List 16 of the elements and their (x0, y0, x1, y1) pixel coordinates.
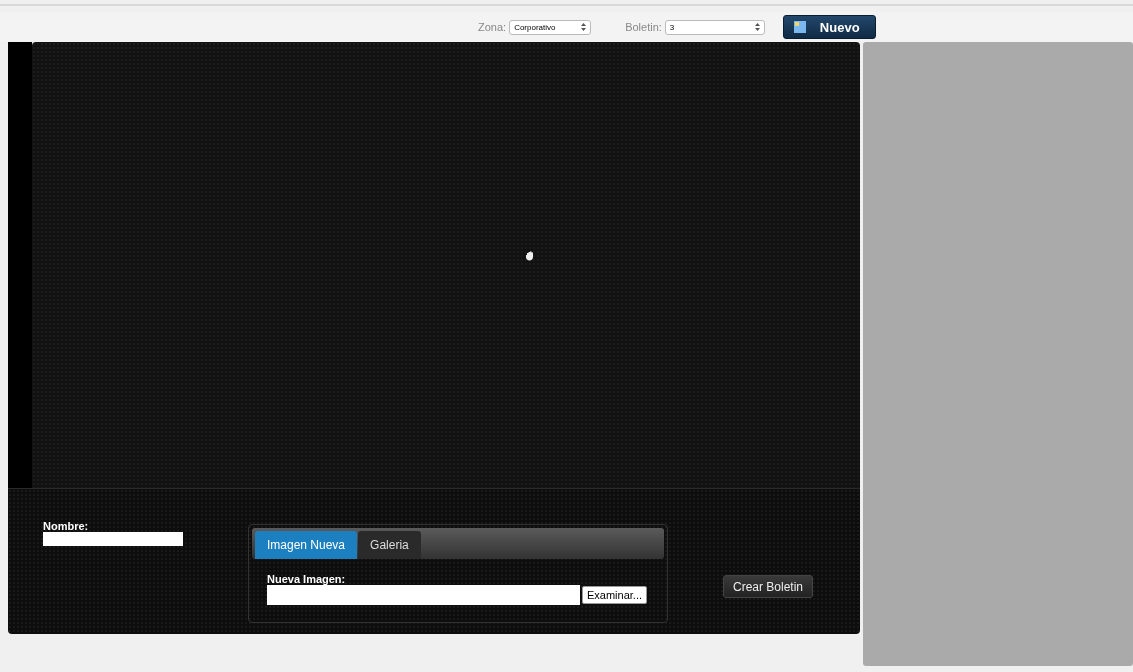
new-button[interactable]: Nuevo (782, 15, 876, 39)
new-image-label: Nueva Imagen: (267, 573, 347, 585)
image-icon (793, 21, 806, 33)
bulletin-label: Boletin: (625, 21, 662, 33)
tab[interactable]: Imagen Nueva (255, 531, 358, 559)
updown-arrows-icon (581, 23, 587, 31)
name-field[interactable] (43, 532, 183, 546)
create-bulletin-button[interactable]: Crear Boletin (723, 575, 814, 598)
bulletin-select[interactable]: 3 (664, 19, 765, 35)
file-path-field[interactable] (267, 585, 580, 605)
zone-label: Zona: (478, 21, 507, 33)
browse-button[interactable]: Examinar... (582, 586, 648, 604)
name-label: Nombre: (43, 520, 90, 532)
updown-arrows-icon (754, 23, 760, 31)
zone-select[interactable]: Corporativo (509, 19, 592, 35)
tab[interactable]: Galeria (358, 531, 421, 559)
